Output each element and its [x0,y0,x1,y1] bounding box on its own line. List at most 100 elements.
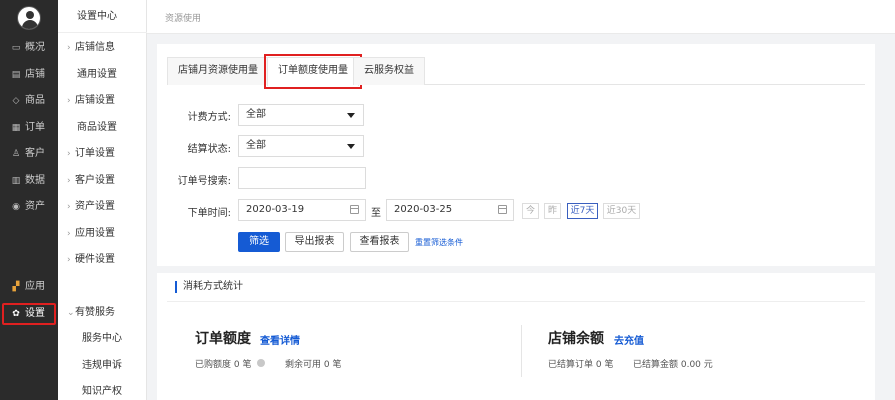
settled-orders: 已结算订单 0 笔 [548,360,614,370]
nav-label: 资产 [25,201,45,212]
secondary-sidebar: 设置中心 › 店铺信息 通用设置 › 店铺设置 商品设置 › 订单设置 › 客户设置 ›… [58,0,147,400]
info-icon [257,359,265,367]
order-icon: ▦ [11,123,21,133]
caret-down-icon [347,113,355,118]
nav-orders[interactable]: ▦ 订单 [0,117,58,139]
chevron-right-icon: › [67,176,71,186]
store-balance-title: 店铺余额 [548,331,604,347]
divider [521,325,522,377]
tab-bar: 店铺月资源使用量 订单额度使用量 云服务权益 [167,54,865,89]
sidebar-item-app-settings[interactable]: › 应用设置 [58,221,147,247]
sidebar-item-label: 店铺信息 [75,42,115,53]
chart-icon: ▥ [11,176,21,186]
top-bar: 资源使用 [147,0,895,34]
sidebar-item-store-settings[interactable]: › 店铺设置 [58,88,147,114]
remaining-quota: 剩余可用 0 笔 [285,360,342,370]
filter-card: 店铺月资源使用量 订单额度使用量 云服务权益 计费方式: 全部 结算状态: 全部… [157,44,875,266]
stats-card: 消耗方式统计 订单额度 查看详情 已购额度 0 笔 剩余可用 0 笔 店铺余额 … [157,273,875,400]
sidebar-item-label: 资产设置 [75,201,115,212]
nav-label: 数据 [25,175,45,186]
chevron-right-icon: › [67,229,71,239]
tab-store-monthly[interactable]: 店铺月资源使用量 [167,57,269,85]
quick-7days-button[interactable]: 近7天 [567,203,598,219]
sidebar-item-label: 应用设置 [75,228,115,239]
tab-cloud-service[interactable]: 云服务权益 [353,57,425,85]
date-to-input[interactable]: 2020-03-25 [386,199,514,221]
sidebar-item-hardware-settings[interactable]: › 硬件设置 [58,247,147,273]
quick-today-button[interactable]: 今 [522,203,539,219]
order-time-label: 下单时间: [187,208,231,219]
store-icon: ▤ [11,70,21,80]
chevron-right-icon: › [67,149,71,159]
sidebar-item-order-settings[interactable]: › 订单设置 [58,141,147,167]
sidebar-item-youzan-service[interactable]: ⌄有赞服务 [58,300,147,326]
sidebar-item-customer-settings[interactable]: › 客户设置 [58,168,147,194]
nav-settings[interactable]: ✿ 设置 [0,303,58,325]
quick-30days-button[interactable]: 近30天 [603,203,640,219]
sidebar-item-label: 订单设置 [75,148,115,159]
purchased-quota: 已购额度 0 笔 [195,360,252,370]
settled-amount: 已结算金额 0.00 元 [633,360,713,370]
date-from-input[interactable]: 2020-03-19 [238,199,366,221]
settle-label: 结算状态: [187,144,231,155]
nav-overview[interactable]: ▭ 概况 [0,37,58,59]
order-quota-title: 订单额度 [195,331,251,347]
assets-icon: ◉ [12,202,20,212]
sidebar-item-general[interactable]: 通用设置 [58,62,147,88]
sidebar-item-ip[interactable]: 知识产权 [58,379,147,400]
sidebar-item-label: 店铺设置 [75,95,115,106]
recharge-link[interactable]: 去充值 [614,332,644,347]
nav-label: 客户 [25,148,45,159]
tag-icon: ◇ [12,96,20,106]
nav-label: 订单 [25,122,45,133]
billing-label: 计费方式: [187,112,231,123]
highlight-box [2,303,56,325]
chevron-right-icon: › [67,255,71,265]
sidebar-item-appeal[interactable]: 违规申诉 [58,353,147,379]
tab-order-quota[interactable]: 订单额度使用量 [264,54,362,89]
nav-label: 店铺 [25,69,45,80]
sidebar-item-label: 硬件设置 [75,254,115,265]
chevron-right-icon: › [67,43,71,53]
avatar[interactable] [17,6,41,30]
sidebar-item-service-center[interactable]: 服务中心 [58,326,147,352]
nav-customers[interactable]: ♙ 客户 [0,143,58,165]
nav-data[interactable]: ▥ 数据 [0,170,58,192]
view-details-link[interactable]: 查看详情 [260,332,300,347]
order-search-input[interactable] [238,167,366,189]
nav-assets[interactable]: ◉ 资产 [0,196,58,218]
date-to-value: 2020-03-25 [394,204,453,215]
nav-label: 概况 [25,42,45,53]
apps-icon: ▞ [12,282,20,292]
nav-label: 商品 [25,95,45,106]
nav-apps[interactable]: ▞ 应用 [0,276,58,298]
chevron-right-icon: › [67,96,71,106]
reset-filters-link[interactable]: 重置筛选条件 [415,237,463,248]
sidebar-item-label: 客户设置 [75,175,115,186]
breadcrumb: 资源使用 [165,14,202,24]
divider [167,301,865,302]
order-search-label: 订单号搜索: [177,176,231,187]
sidebar-item-label: 有赞服务 [75,307,115,318]
caret-down-icon [347,144,355,149]
filter-button[interactable]: 筛选 [238,232,280,252]
billing-value: 全部 [246,109,266,120]
nav-goods[interactable]: ◇ 商品 [0,90,58,112]
settings-center-title: 设置中心 [58,0,147,33]
settle-value: 全部 [246,140,266,151]
sidebar-item-goods-settings[interactable]: 商品设置 [58,115,147,141]
calendar-icon [350,205,359,214]
date-range-separator: 至 [371,208,381,219]
billing-select[interactable]: 全部 [238,104,364,126]
export-report-button[interactable]: 导出报表 [285,232,344,252]
nav-label: 应用 [25,281,45,292]
quick-yesterday-button[interactable]: 昨 [544,203,561,219]
sidebar-item-store-info[interactable]: › 店铺信息 [58,35,147,61]
overview-icon: ▭ [11,43,21,53]
sidebar-item-asset-settings[interactable]: › 资产设置 [58,194,147,220]
view-report-button[interactable]: 查看报表 [350,232,409,252]
primary-sidebar: ▭ 概况 ▤ 店铺 ◇ 商品 ▦ 订单 ♙ 客户 ▥ 数据 ◉ 资产 ▞ 应用 ✿ 设置 [0,0,58,400]
settle-select[interactable]: 全部 [238,135,364,157]
nav-store[interactable]: ▤ 店铺 [0,64,58,86]
user-icon: ♙ [11,149,21,159]
